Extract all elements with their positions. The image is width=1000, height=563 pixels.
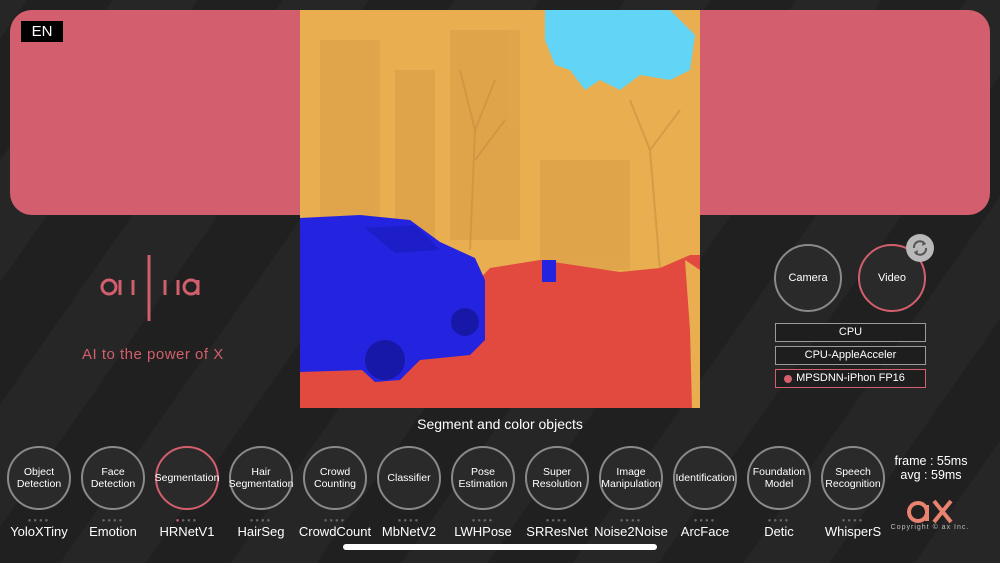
category-button-6[interactable]: Classifier xyxy=(377,446,441,510)
model-name-12[interactable]: WhisperS xyxy=(816,524,890,539)
category-button-12[interactable]: Speech Recognition xyxy=(821,446,885,510)
model-name-3[interactable]: HRNetV1 xyxy=(150,524,224,539)
model-name-1[interactable]: YoloXTiny xyxy=(2,524,76,539)
model-name-8[interactable]: SRResNet xyxy=(520,524,594,539)
backend-mpsdnn-label: MPSDNN-iPhon FP16 xyxy=(796,372,905,384)
backend-cpu-apple[interactable]: CPU-AppleAcceler xyxy=(775,346,926,365)
model-name-11[interactable]: Detic xyxy=(742,524,816,539)
category-button-2[interactable]: Face Detection xyxy=(81,446,145,510)
model-name-5[interactable]: CrowdCount xyxy=(298,524,372,539)
model-name-6[interactable]: MbNetV2 xyxy=(372,524,446,539)
model-name-2[interactable]: Emotion xyxy=(76,524,150,539)
language-button[interactable]: EN xyxy=(21,21,63,42)
ailia-logo xyxy=(100,255,200,321)
category-button-7[interactable]: Pose Estimation xyxy=(451,446,515,510)
category-button-3[interactable]: Segmentation xyxy=(155,446,219,510)
refresh-icon[interactable] xyxy=(906,234,934,262)
avg-time: avg : 59ms xyxy=(900,468,962,482)
copyright-text: Copyright © ax Inc. xyxy=(890,524,970,531)
camera-button[interactable]: Camera xyxy=(774,244,842,312)
frame-time: frame : 55ms xyxy=(894,454,968,468)
home-indicator[interactable] xyxy=(343,544,657,550)
brand-tagline: AI to the power of X xyxy=(82,346,224,363)
selected-indicator xyxy=(784,375,792,383)
ax-logo xyxy=(907,499,953,524)
category-button-9[interactable]: Image Manipulation xyxy=(599,446,663,510)
model-name-9[interactable]: Noise2Noise xyxy=(594,524,668,539)
category-button-8[interactable]: Super Resolution xyxy=(525,446,589,510)
task-caption: Segment and color objects xyxy=(417,416,583,432)
model-name-7[interactable]: LWHPose xyxy=(446,524,520,539)
category-button-1[interactable]: Object Detection xyxy=(7,446,71,510)
category-button-10[interactable]: Identification xyxy=(673,446,737,510)
category-button-5[interactable]: Crowd Counting xyxy=(303,446,367,510)
segmentation-preview xyxy=(300,10,700,408)
model-name-4[interactable]: HairSeg xyxy=(224,524,298,539)
category-button-4[interactable]: Hair Segmentation xyxy=(229,446,293,510)
timing-stats: frame : 55ms avg : 59ms xyxy=(888,454,974,482)
backend-cpu[interactable]: CPU xyxy=(775,323,926,342)
category-button-11[interactable]: Foundation Model xyxy=(747,446,811,510)
model-name-10[interactable]: ArcFace xyxy=(668,524,742,539)
backend-mpsdnn[interactable]: MPSDNN-iPhon FP16 xyxy=(775,369,926,388)
